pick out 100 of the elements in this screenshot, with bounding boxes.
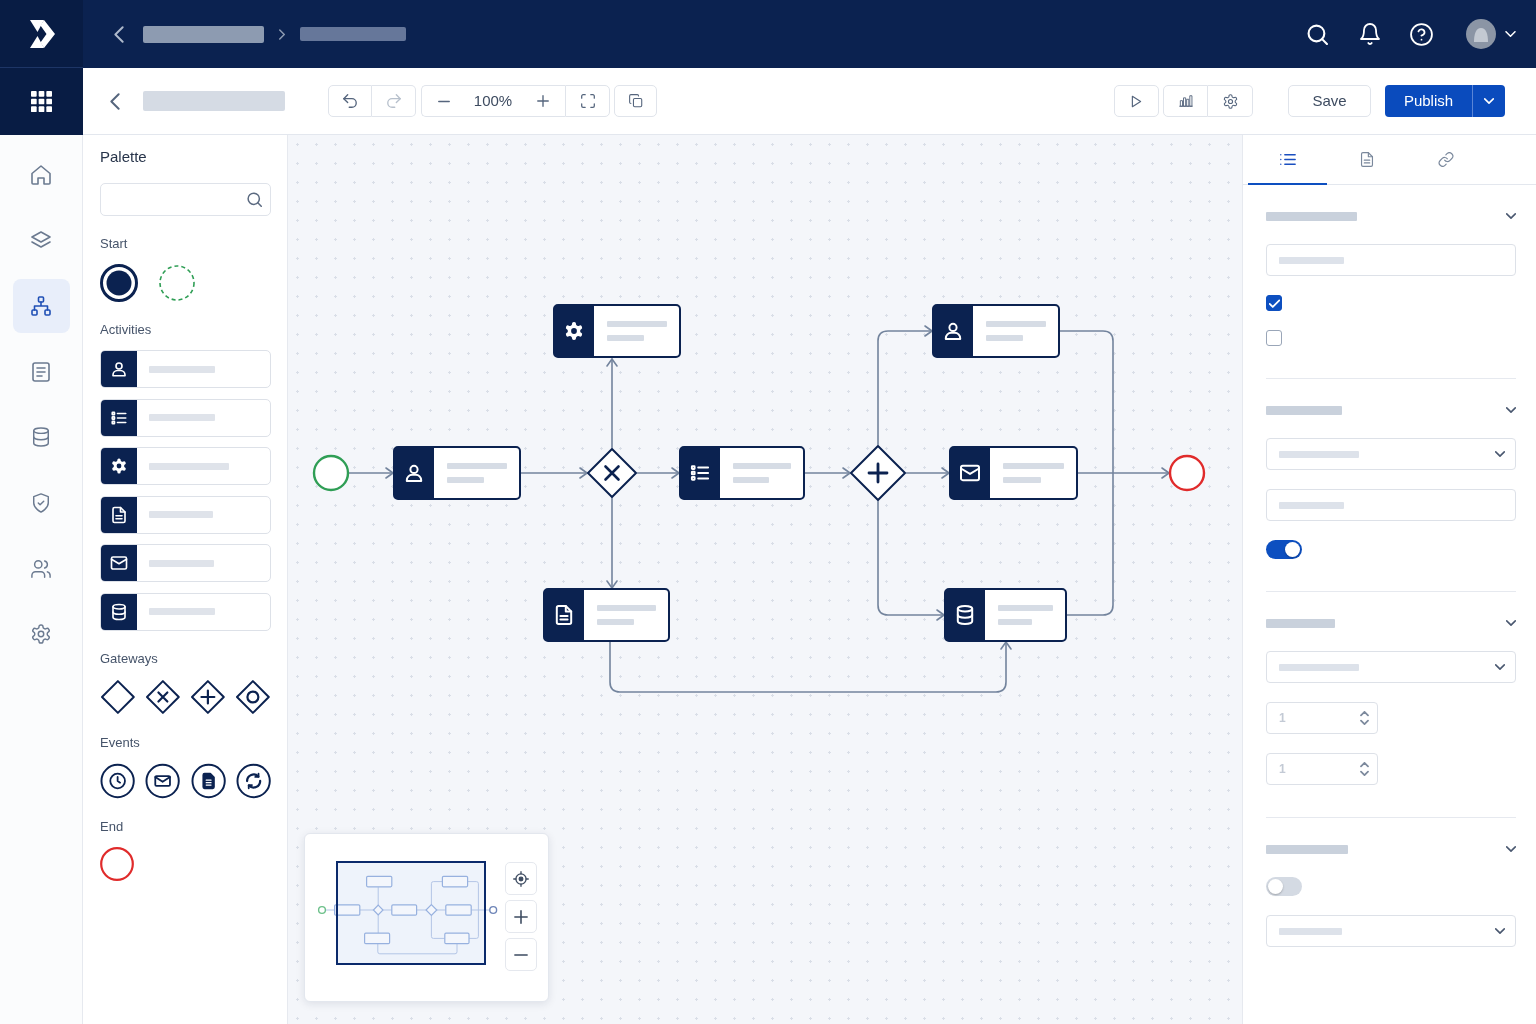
- database-icon: [101, 593, 137, 630]
- publish-button[interactable]: Publish: [1385, 85, 1472, 117]
- placeholder-bar: [149, 511, 213, 519]
- chevron-down-icon: [1495, 928, 1505, 934]
- envelope-icon: [101, 545, 137, 582]
- zoom-in-button[interactable]: [505, 900, 537, 933]
- diamond-x-icon[interactable]: [145, 678, 181, 715]
- gear-icon: [101, 448, 137, 485]
- text-field[interactable]: [1266, 489, 1516, 521]
- toggle-switch[interactable]: [1266, 540, 1302, 559]
- analytics-button[interactable]: [1163, 85, 1208, 117]
- activity-item[interactable]: [100, 544, 271, 583]
- stepper-icon[interactable]: [1360, 762, 1369, 776]
- activity-item[interactable]: [100, 592, 271, 631]
- save-button[interactable]: Save: [1288, 85, 1371, 117]
- text-field[interactable]: [1266, 244, 1516, 276]
- activity-item[interactable]: [100, 398, 271, 437]
- diamond-icon[interactable]: [100, 678, 136, 715]
- dropdown-field[interactable]: [1266, 651, 1516, 683]
- panel-title: Palette: [100, 147, 148, 167]
- fit-screen-button[interactable]: [565, 85, 610, 117]
- help-icon[interactable]: [1410, 22, 1433, 46]
- chevron-down-icon[interactable]: [1506, 407, 1516, 413]
- number-field[interactable]: 1: [1266, 753, 1378, 785]
- users-icon: [31, 558, 51, 579]
- dropdown-field[interactable]: [1266, 915, 1516, 947]
- connector-arrow: [348, 467, 394, 479]
- placeholder-bar: [149, 365, 215, 373]
- search-field[interactable]: [100, 183, 271, 216]
- clock-icon[interactable]: [100, 762, 136, 799]
- diamond-plus-icon[interactable]: [190, 678, 226, 715]
- checklist-icon: [101, 399, 137, 436]
- minus-icon: [514, 952, 528, 957]
- refresh-icon[interactable]: [235, 762, 271, 799]
- activity-item[interactable]: [100, 447, 271, 486]
- activity-item[interactable]: [100, 350, 271, 388]
- bell-icon[interactable]: [1360, 23, 1380, 45]
- section-label: End: [100, 818, 125, 835]
- check-icon: [1268, 298, 1280, 308]
- chevron-down-icon: [1484, 98, 1494, 104]
- expand-icon: [580, 94, 595, 108]
- recenter-button[interactable]: [505, 862, 537, 895]
- plus-icon: [514, 909, 528, 924]
- undo-button[interactable]: [328, 85, 372, 117]
- search-icon[interactable]: [1307, 23, 1328, 45]
- dashed-circle-icon[interactable]: [159, 265, 195, 301]
- dropdown-field[interactable]: [1266, 438, 1516, 470]
- play-icon: [1131, 94, 1142, 108]
- placeholder-bar: [1279, 927, 1342, 935]
- back-icon[interactable]: [114, 25, 124, 43]
- avatar[interactable]: [1466, 19, 1496, 49]
- home-icon: [31, 165, 51, 185]
- section-label: Events: [100, 734, 141, 751]
- section-label: Start: [100, 236, 129, 252]
- filled-circle-icon[interactable]: [100, 264, 138, 302]
- chevron-down-icon[interactable]: [1506, 620, 1516, 626]
- envelope-icon[interactable]: [145, 762, 181, 799]
- checkbox[interactable]: [1266, 330, 1282, 346]
- layers-icon: [31, 230, 51, 251]
- document-icon[interactable]: [190, 762, 226, 799]
- placeholder-bar: [1279, 501, 1344, 509]
- chevron-down-icon[interactable]: [1506, 213, 1516, 219]
- search-icon: [247, 192, 262, 207]
- run-button[interactable]: [1114, 85, 1159, 117]
- number-field[interactable]: 1: [1266, 702, 1378, 734]
- placeholder-bar: [149, 608, 215, 616]
- toggle-switch[interactable]: [1266, 877, 1302, 896]
- nav-item[interactable]: [12, 279, 70, 334]
- logo[interactable]: [28, 19, 55, 48]
- list-icon: [1279, 151, 1296, 167]
- back-icon[interactable]: [110, 92, 120, 110]
- document-icon: [31, 361, 51, 382]
- copy-button[interactable]: [614, 85, 657, 117]
- settings-icon: [31, 624, 51, 645]
- circle-icon[interactable]: [100, 846, 134, 881]
- breadcrumb-placeholder[interactable]: [143, 25, 264, 43]
- stepper-icon[interactable]: [1360, 711, 1369, 725]
- chevron-right-icon: [279, 28, 285, 40]
- link-icon: [1437, 151, 1454, 167]
- settings-icon: [1222, 93, 1238, 109]
- user-icon: [101, 351, 137, 387]
- chevron-down-icon[interactable]: [1506, 846, 1516, 852]
- activity-item[interactable]: [100, 495, 271, 534]
- start-event: [312, 454, 350, 492]
- zoom-out-button[interactable]: [505, 938, 537, 971]
- document-icon: [1358, 151, 1375, 167]
- checkbox[interactable]: [1266, 295, 1282, 311]
- zoom-in-button[interactable]: [521, 85, 565, 117]
- target-icon: [513, 870, 529, 887]
- section-label: Gateways: [100, 650, 159, 667]
- hierarchy-icon: [31, 296, 51, 317]
- settings-button[interactable]: [1208, 85, 1253, 117]
- apps-grid-icon[interactable]: [31, 91, 52, 112]
- database-icon: [31, 427, 51, 448]
- chevron-down-icon: [1495, 664, 1505, 670]
- document-icon: [101, 496, 137, 533]
- placeholder-bar: [1279, 256, 1344, 264]
- zoom-level: 100%: [465, 85, 521, 117]
- publish-options-button[interactable]: [1472, 85, 1505, 117]
- chevron-down-icon: [1495, 451, 1505, 457]
